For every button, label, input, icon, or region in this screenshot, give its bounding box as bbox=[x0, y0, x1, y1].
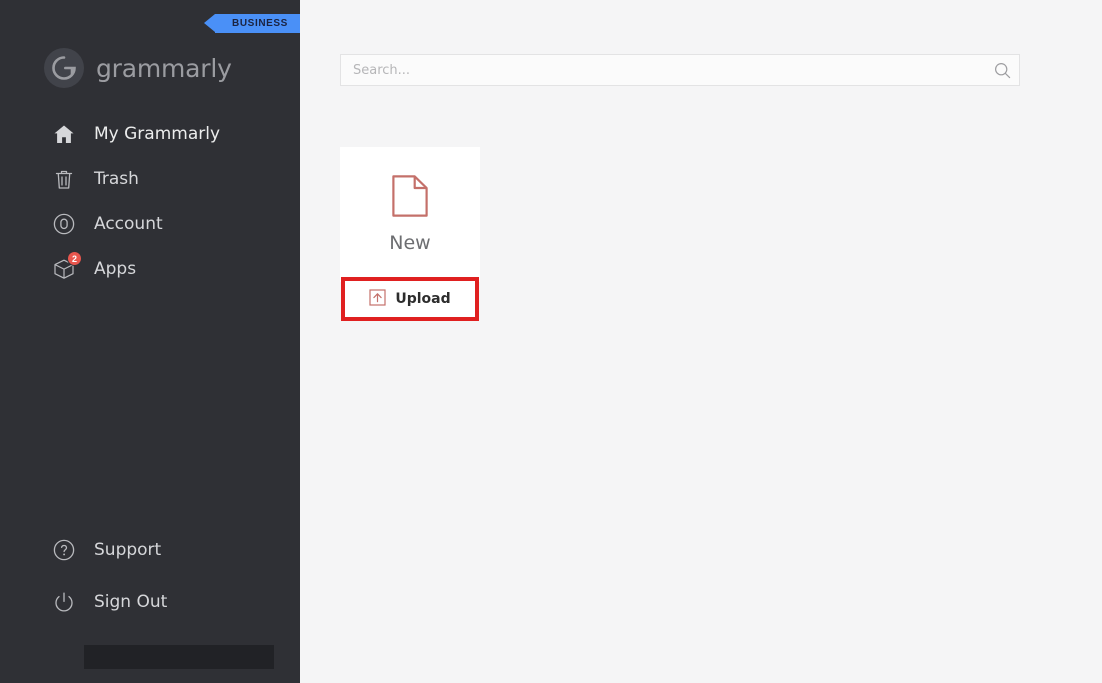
sidebar-item-sign-out[interactable]: Sign Out bbox=[0, 586, 300, 618]
sidebar-item-account[interactable]: Account bbox=[0, 208, 300, 240]
sidebar-item-support[interactable]: Support bbox=[0, 534, 300, 566]
grammarly-g-icon bbox=[44, 48, 84, 88]
power-icon bbox=[50, 588, 78, 616]
main-content: New Upload bbox=[300, 0, 1102, 683]
sidebar-item-label: Account bbox=[94, 214, 163, 234]
sidebar-nav-primary: My Grammarly Trash Account 2 Apps bbox=[0, 118, 300, 298]
new-document-label: New bbox=[389, 232, 431, 254]
brand-logo[interactable]: grammarly bbox=[44, 48, 232, 88]
sidebar-nav-secondary: Support Sign Out bbox=[0, 534, 300, 638]
upload-arrow-icon bbox=[369, 289, 386, 309]
sidebar-item-label: Apps bbox=[94, 259, 137, 279]
search-bar[interactable] bbox=[340, 54, 1020, 86]
cube-icon: 2 bbox=[50, 251, 82, 283]
search-input[interactable] bbox=[341, 62, 985, 78]
search-icon[interactable] bbox=[985, 62, 1019, 79]
brand-logo-text: grammarly bbox=[96, 53, 232, 83]
sidebar-item-label: Trash bbox=[94, 169, 139, 189]
sidebar-item-apps[interactable]: 2 Apps bbox=[0, 251, 300, 285]
question-circle-icon bbox=[50, 536, 78, 564]
redacted-bar bbox=[84, 645, 274, 669]
trash-icon bbox=[50, 165, 78, 193]
sidebar-item-label: Support bbox=[94, 540, 162, 560]
upload-button[interactable]: Upload bbox=[341, 277, 479, 321]
sidebar: BUSINESS grammarly My Grammarly Trash Ac… bbox=[0, 0, 305, 683]
sidebar-item-my-grammarly[interactable]: My Grammarly bbox=[0, 118, 300, 150]
app-root: BUSINESS grammarly My Grammarly Trash Ac… bbox=[0, 0, 1102, 683]
business-plan-label: BUSINESS bbox=[232, 18, 288, 29]
business-plan-ribbon: BUSINESS bbox=[204, 14, 305, 33]
sidebar-item-label: Sign Out bbox=[94, 592, 168, 612]
apps-badge-count: 2 bbox=[67, 251, 82, 266]
document-icon bbox=[392, 175, 428, 222]
new-document-card[interactable]: New bbox=[340, 147, 480, 282]
upload-button-label: Upload bbox=[395, 291, 451, 307]
home-icon bbox=[50, 120, 78, 148]
account-icon bbox=[50, 210, 78, 238]
sidebar-item-label: My Grammarly bbox=[94, 124, 221, 144]
sidebar-item-trash[interactable]: Trash bbox=[0, 163, 300, 195]
